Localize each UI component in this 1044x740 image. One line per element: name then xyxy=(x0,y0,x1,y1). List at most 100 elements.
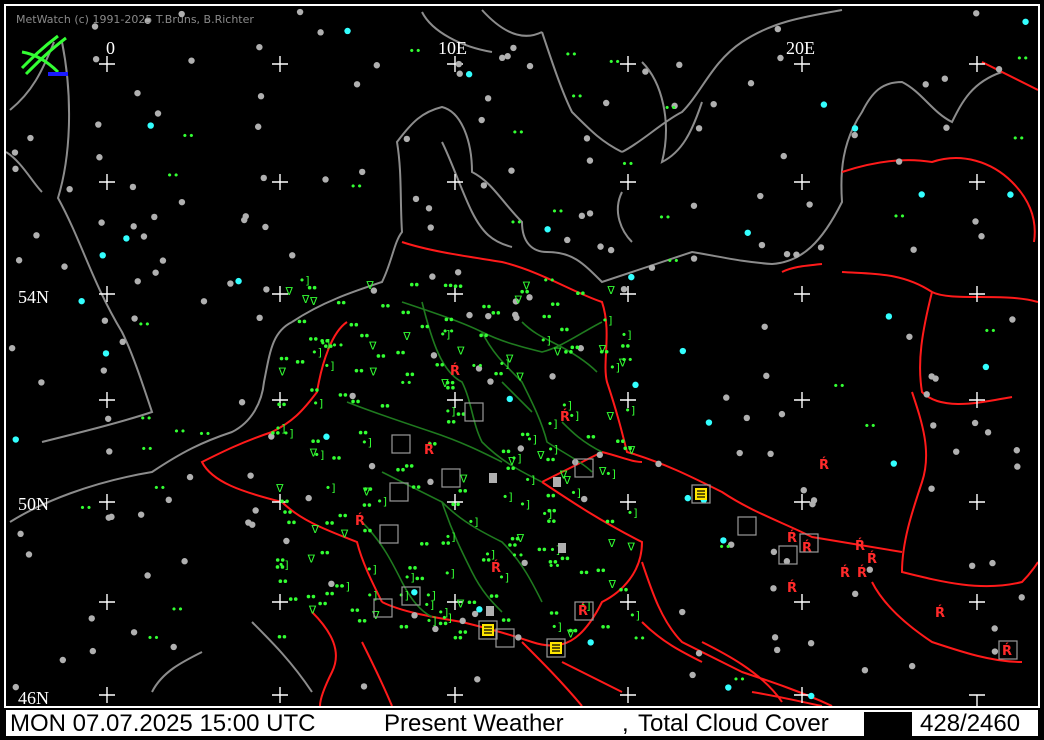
cloud-cover-dot xyxy=(360,683,368,690)
separator-label: , xyxy=(622,710,629,737)
thunderstorm-icon: Ŕ xyxy=(424,442,434,458)
cloud-cover-dot xyxy=(642,68,649,75)
drizzle-icon xyxy=(325,521,329,525)
drizzle-icon xyxy=(368,487,373,491)
cloud-cover-dot xyxy=(743,414,751,422)
drizzle-icon xyxy=(308,337,313,341)
cloud-cover-dot xyxy=(474,676,481,683)
drizzle-icon xyxy=(624,587,628,592)
drizzle-icon: •• xyxy=(442,325,455,338)
cloud-cover-dot xyxy=(564,236,571,244)
cloud-cover-dot xyxy=(770,548,778,556)
cloud-cover-dot xyxy=(238,399,246,406)
lat-label-50n: 50N xyxy=(18,494,49,514)
cloud-cover-dot xyxy=(12,436,19,443)
cloud-cover-dot xyxy=(968,562,976,570)
cloud-cover-dot xyxy=(725,684,732,691)
cloud-cover-dot xyxy=(102,350,110,357)
drizzle-icon xyxy=(318,601,322,606)
drizzle-icon xyxy=(358,430,363,435)
shower-icon: ∇ xyxy=(456,344,465,357)
map-canvas[interactable]: ∇•]∇∇•]•]∇•]∇∇∇•]•]∇∇•]•]∇•]∇•]•]∇∇•]∇∇•… xyxy=(6,6,1038,706)
drizzle-icon: •• xyxy=(621,157,634,170)
drizzle-icon xyxy=(601,624,605,629)
cloud-cover-dot xyxy=(984,429,992,436)
cloud-cover-dot xyxy=(459,617,466,625)
drizzle-icon xyxy=(446,420,451,424)
cloud-cover-dot xyxy=(252,507,259,514)
cloud-cover-dot xyxy=(296,8,304,16)
thunderstorm-icon: Ŕ xyxy=(935,605,945,621)
grid-crosses xyxy=(99,56,985,706)
drizzle-icon xyxy=(453,635,458,640)
cloud-cover-dot xyxy=(227,280,234,287)
drizzle-icon xyxy=(546,457,550,462)
drizzle-icon xyxy=(401,350,405,355)
drizzle-icon: •• xyxy=(512,126,525,139)
drizzle-icon: •• xyxy=(633,632,646,645)
shower-icon: ∇ xyxy=(371,609,380,622)
drizzle-icon xyxy=(525,432,530,437)
cloud-cover-dot xyxy=(256,314,263,322)
cloud-cover-dot xyxy=(995,66,1003,73)
drizzle-icon xyxy=(415,576,420,581)
rain-icon: •] xyxy=(283,427,294,440)
drizzle-icon xyxy=(288,597,293,601)
drizzle-icon xyxy=(491,311,496,315)
drizzle-icon xyxy=(287,520,291,525)
drizzle-icon xyxy=(606,624,610,629)
drizzle-icon xyxy=(330,591,334,596)
cloud-cover-dot xyxy=(602,99,610,107)
drizzle-icon xyxy=(316,439,320,444)
cloud-cover-dot xyxy=(454,269,462,276)
drizzle-icon xyxy=(310,388,314,392)
cloud-cover-dot xyxy=(99,252,106,259)
weather-map[interactable]: ∇ •] ∇ ∇ •] •] ∇ •] ∇ ∇ ∇ •] •] ∇ ∇ •] •] ∇ •] ∇ •] •] ∇ ∇ •] ∇ ∇ •… xyxy=(4,4,1040,708)
drizzle-icon xyxy=(458,630,463,634)
drizzle-icon xyxy=(330,521,334,525)
shower-icon: ∇ xyxy=(340,528,349,541)
cloud-cover-dot xyxy=(517,445,525,452)
cloud-cover-dot xyxy=(763,372,770,380)
drizzle-icon xyxy=(472,600,477,605)
station-box xyxy=(389,482,409,502)
cloud-cover-dot xyxy=(322,176,329,183)
drizzle-icon xyxy=(351,399,355,404)
cloud-cover-dot xyxy=(1022,18,1029,25)
secondary-product-label: Total Cloud Cover xyxy=(638,710,829,737)
cloud-cover-dot xyxy=(583,135,591,142)
cloud-cover-dot xyxy=(98,219,105,226)
drizzle-icon xyxy=(623,446,627,451)
thunderstorm-icon: Ŕ xyxy=(1002,643,1012,659)
cloud-cover-dot xyxy=(978,233,985,240)
drizzle-icon xyxy=(401,310,406,315)
rain-icon: •] xyxy=(426,615,437,628)
cloud-cover-dot xyxy=(982,363,990,371)
cloud-cover-dot xyxy=(33,232,40,239)
drizzle-icon xyxy=(604,349,609,354)
rain-icon: •] xyxy=(339,580,350,593)
cloud-cover-dot xyxy=(885,313,893,320)
cloud-cover-dot xyxy=(186,473,194,481)
drizzle-icon xyxy=(325,591,329,596)
cloud-cover-dot xyxy=(1007,191,1014,198)
drizzle-icon xyxy=(343,393,348,397)
drizzle-icon xyxy=(440,362,445,367)
cloud-cover-dot xyxy=(922,81,929,88)
rain-icon: •] xyxy=(502,490,513,503)
thunderstorm-icon: Ŕ xyxy=(787,530,797,546)
drizzle-icon: •• xyxy=(182,129,195,142)
cloud-cover-dot xyxy=(851,590,859,598)
drizzle-icon xyxy=(444,317,449,322)
drizzle-icon xyxy=(489,594,494,598)
drizzle-icon xyxy=(549,611,554,615)
drizzle-icon: •• xyxy=(608,55,621,68)
cloud-cover-dot xyxy=(544,226,551,233)
drizzle-icon xyxy=(499,371,503,376)
cloud-cover-dot xyxy=(930,422,937,429)
rain-icon: •] xyxy=(312,397,323,410)
station-box xyxy=(441,468,461,488)
shower-icon: ∇ xyxy=(307,552,316,565)
rain-icon: •] xyxy=(437,606,448,619)
cloud-cover-dot xyxy=(152,269,159,276)
